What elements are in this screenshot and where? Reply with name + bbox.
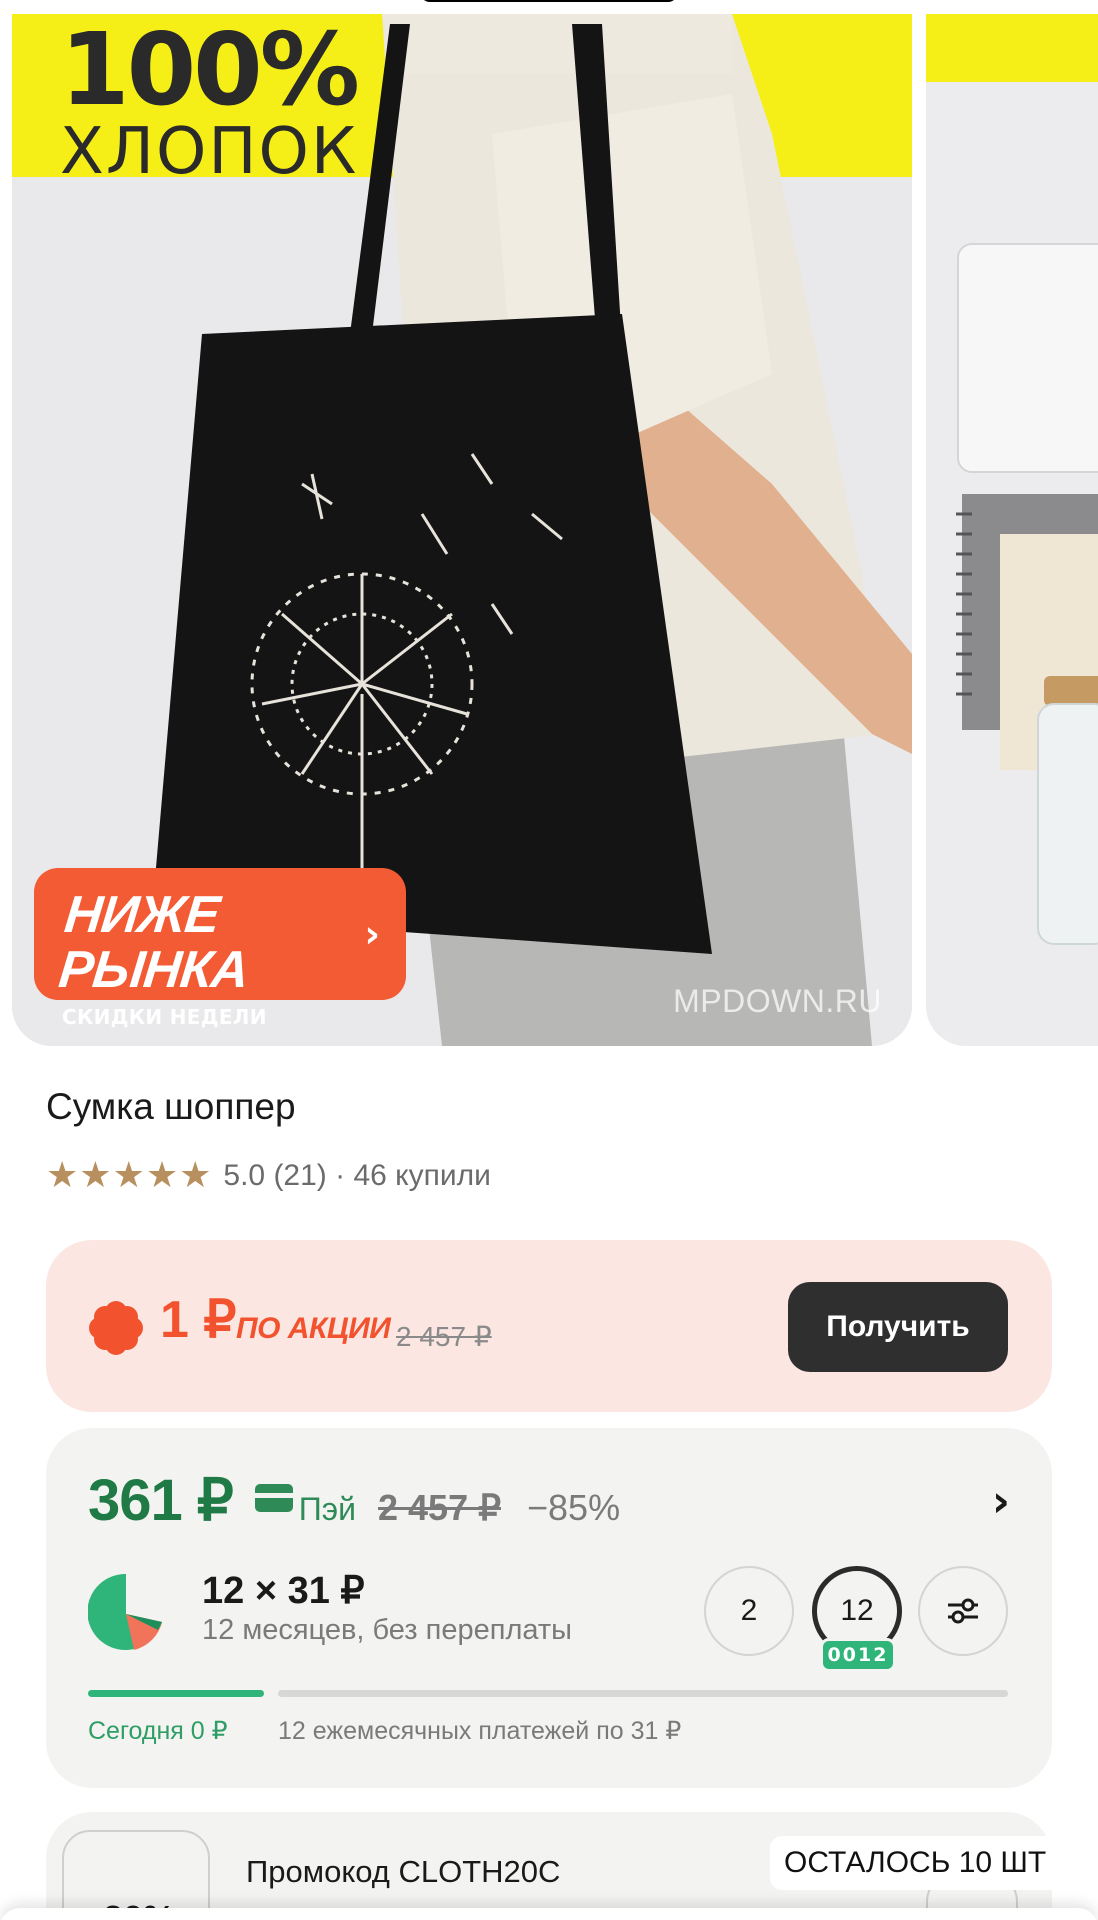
promo-price: 1 ₽ <box>160 1291 237 1349</box>
chevron-right-icon[interactable]: › <box>992 1476 1010 1527</box>
promo-code-discount-box: −20% <box>62 1830 210 1920</box>
product-title: Сумка шоппер <box>46 1086 296 1127</box>
stock-remaining: ОСТАЛОСЬ 10 ШТ <box>770 1836 1061 1890</box>
split-logo-icon <box>88 1573 162 1650</box>
promo-offer-card[interactable]: 1 ₽ ПО АКЦИИ 2 457 ₽ Получить <box>46 1240 1052 1412</box>
get-button[interactable]: Получить <box>788 1282 1008 1372</box>
watermark: MPDOWN.RU <box>673 983 882 1019</box>
sliders-icon <box>948 1598 978 1624</box>
progress-rest <box>278 1690 1008 1697</box>
settings-sliders-button[interactable] <box>918 1566 1008 1656</box>
rating-stars: ★ ★ ★ ★ ★ <box>46 1158 211 1194</box>
promo-old-price: 2 457 ₽ <box>396 1321 492 1352</box>
star-icon: ★ <box>46 1155 79 1196</box>
flower-icon <box>89 1301 143 1355</box>
star-icon: ★ <box>112 1155 145 1196</box>
term-option-2[interactable]: 2 <box>704 1566 794 1656</box>
rating-summary: 5.0 (21) · 46 купили <box>223 1159 491 1192</box>
discount-percent: −85% <box>527 1487 621 1528</box>
star-icon: ★ <box>179 1155 212 1196</box>
banner-word: ХЛОПОК <box>60 115 359 189</box>
promo-badge-subtitle: СКИДКИ НЕДЕЛИ <box>62 1005 267 1030</box>
next-photo-illustration <box>926 14 1098 945</box>
installment-amount: 12 × 31 ₽ <box>202 1570 365 1612</box>
star-icon: ★ <box>79 1155 112 1196</box>
price-row: 361 ₽ Пэй 2 457 ₽ −85% <box>88 1466 620 1534</box>
price-old: 2 457 ₽ <box>378 1487 501 1528</box>
bank-card-icon <box>254 1484 293 1512</box>
chevron-right-icon: › <box>364 912 380 956</box>
promo-label: ПО АКЦИИ <box>236 1312 391 1345</box>
price-card[interactable]: 361 ₽ Пэй 2 457 ₽ −85% › 12 × 31 ₽ 12 ме… <box>46 1428 1052 1788</box>
monthly-payments: 12 ежемесячных платежей по 31 ₽ <box>278 1717 682 1745</box>
rating-row[interactable]: ★ ★ ★ ★ ★ 5.0 (21) · 46 купили <box>46 1158 491 1194</box>
term-badge: 0012 <box>820 1638 896 1672</box>
promo-code-text: Промокод CLOTH20C <box>246 1854 561 1889</box>
promo-badge-below-market[interactable]: НИЖЕ РЫНКА СКИДКИ НЕДЕЛИ › <box>34 868 406 1029</box>
pay-label: Пэй <box>298 1491 356 1527</box>
bottom-sheet-edge <box>0 1908 1098 1920</box>
price-main: 361 ₽ <box>88 1468 234 1533</box>
promo-badge-title: НИЖЕ РЫНКА <box>56 886 251 999</box>
progress-today <box>88 1690 264 1697</box>
banner-headline: 100% ХЛОПОК <box>60 14 360 189</box>
today-payment: Сегодня 0 ₽ <box>88 1717 228 1745</box>
banner-percent: 100% <box>60 14 360 128</box>
product-gallery[interactable]: 100% ХЛОПОК MPDOWN.RU НИЖЕ РЫНКА СКИДКИ … <box>0 0 1098 1046</box>
product-photo-next[interactable] <box>926 14 1098 1046</box>
installment-subtitle: 12 месяцев, без переплаты <box>202 1614 572 1646</box>
star-icon: ★ <box>145 1155 179 1196</box>
screen-notch <box>420 0 678 2</box>
